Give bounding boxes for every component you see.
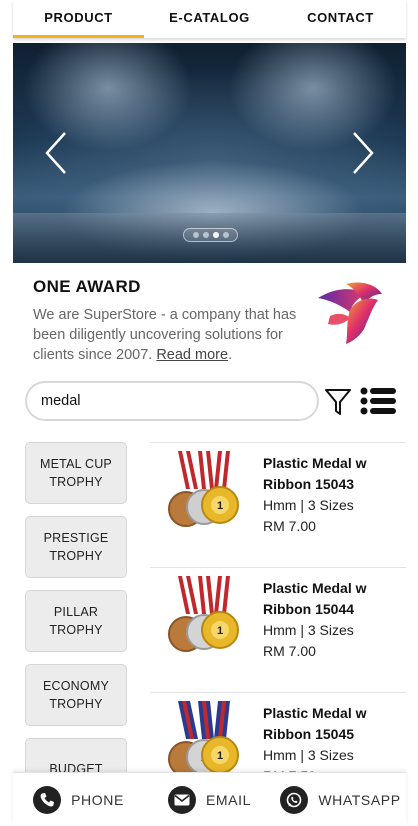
product-meta: Hmm | 3 Sizes bbox=[263, 747, 354, 763]
email-icon bbox=[167, 785, 196, 814]
list-view-icon[interactable] bbox=[360, 387, 396, 415]
product-meta: Hmm | 3 Sizes bbox=[263, 622, 354, 638]
about-section: ONE AWARD We are SuperStore - a company … bbox=[33, 277, 323, 365]
whatsapp-label: WHATSAPP bbox=[318, 791, 401, 808]
slider-dot[interactable] bbox=[192, 232, 199, 238]
product-name[interactable]: Plastic Medal w Ribbon 15044 bbox=[263, 578, 403, 620]
slider-dot-active[interactable] bbox=[212, 232, 219, 238]
product-price: RM 7.00 bbox=[263, 643, 316, 659]
medal-image: 1 bbox=[168, 576, 239, 652]
slider-pagination bbox=[183, 228, 238, 242]
company-description: We are SuperStore - a company that has b… bbox=[33, 305, 323, 365]
product-name[interactable]: Plastic Medal w Ribbon 15045 bbox=[263, 703, 403, 745]
company-title: ONE AWARD bbox=[33, 277, 141, 296]
svg-text:1: 1 bbox=[217, 500, 223, 512]
category-pillar-trophy[interactable]: PILLAR TROPHY bbox=[25, 590, 127, 652]
email-button[interactable]: EMAIL bbox=[144, 785, 275, 814]
chevron-left-icon[interactable] bbox=[41, 131, 71, 175]
bird-logo-icon bbox=[318, 282, 382, 344]
product-meta: Hmm | 3 Sizes bbox=[263, 497, 354, 513]
svg-text:1: 1 bbox=[217, 625, 223, 637]
product-price: RM 7.00 bbox=[263, 518, 316, 534]
category-metal-cup-trophy[interactable]: METAL CUP TROPHY bbox=[25, 442, 127, 504]
phone-icon bbox=[33, 785, 62, 814]
chevron-right-icon[interactable] bbox=[348, 131, 378, 175]
bottom-contact-bar: PHONE EMAIL WHATSAPP bbox=[13, 772, 406, 826]
medal-image: 1 bbox=[168, 451, 239, 527]
tab-e-catalog[interactable]: E-CATALOG bbox=[144, 0, 275, 38]
category-list: METAL CUP TROPHY PRESTIGE TROPHY PILLAR … bbox=[25, 442, 127, 812]
whatsapp-icon bbox=[280, 785, 309, 814]
slider-dot[interactable] bbox=[202, 232, 209, 238]
svg-text:1: 1 bbox=[217, 750, 223, 762]
tab-product[interactable]: PRODUCT bbox=[13, 0, 144, 38]
slider-dot[interactable] bbox=[222, 232, 229, 238]
product-card[interactable]: 1 Plastic Medal w Ribbon 15044 Hmm | 3 S… bbox=[150, 567, 406, 692]
phone-button[interactable]: PHONE bbox=[13, 785, 144, 814]
product-card[interactable]: 1 Plastic Medal w Ribbon 15043 Hmm | 3 S… bbox=[150, 442, 406, 567]
category-prestige-trophy[interactable]: PRESTIGE TROPHY bbox=[25, 516, 127, 578]
read-more-link[interactable]: Read more bbox=[156, 347, 228, 363]
email-label: EMAIL bbox=[205, 791, 251, 808]
description-trailing: . bbox=[228, 347, 233, 363]
product-name[interactable]: Plastic Medal w Ribbon 15043 bbox=[263, 453, 403, 495]
search-input[interactable] bbox=[25, 381, 319, 421]
product-list: 1 Plastic Medal w Ribbon 15043 Hmm | 3 S… bbox=[150, 442, 406, 817]
phone-label: PHONE bbox=[71, 791, 124, 808]
category-economy-trophy[interactable]: ECONOMY TROPHY bbox=[25, 664, 127, 726]
filter-icon[interactable] bbox=[324, 387, 352, 417]
hero-slider bbox=[13, 43, 406, 263]
top-nav: PRODUCT E-CATALOG CONTACT bbox=[13, 0, 406, 38]
tab-contact[interactable]: CONTACT bbox=[275, 0, 406, 38]
whatsapp-button[interactable]: WHATSAPP bbox=[275, 785, 406, 814]
